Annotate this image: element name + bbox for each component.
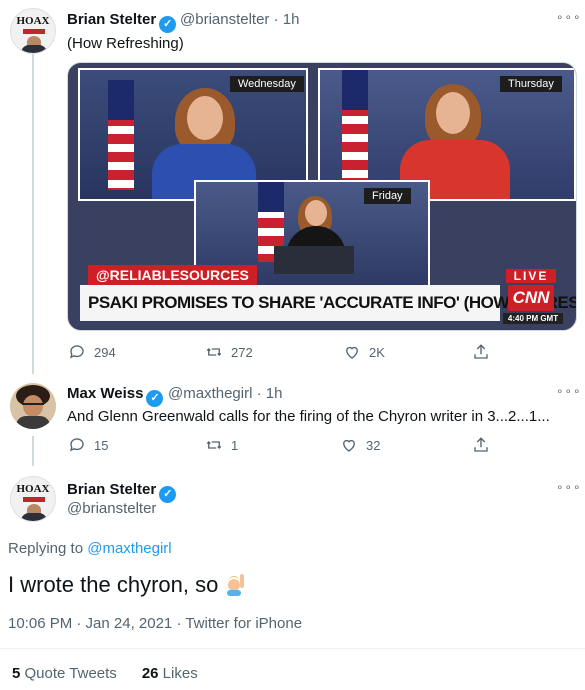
- share-icon: [474, 437, 488, 452]
- broadcast-clock: 4:40 PM GMT: [503, 313, 563, 324]
- avatar-brianstelter[interactable]: HOAX: [10, 8, 56, 54]
- replying-to: Replying to @maxthegirl: [8, 540, 172, 557]
- more-options-icon[interactable]: ∘∘∘: [556, 10, 582, 24]
- day-label: Thursday: [500, 76, 562, 92]
- verified-badge-icon: ✓: [159, 486, 177, 503]
- like-button[interactable]: 2K: [343, 343, 385, 361]
- heart-icon: [346, 346, 358, 359]
- thread-connector: [32, 436, 34, 466]
- author-handle-time[interactable]: @maxthegirl · 1h: [168, 385, 282, 402]
- heart-icon: [343, 439, 355, 452]
- author-name[interactable]: Brian Stelter ✓: [67, 11, 177, 33]
- tweet-timestamp[interactable]: 10:06 PM · Jan 24, 2021 · Twitter for iP…: [8, 615, 302, 632]
- share-button[interactable]: [472, 436, 490, 454]
- retweet-button[interactable]: 272: [205, 343, 253, 361]
- avatar-brianstelter[interactable]: HOAX: [10, 476, 56, 522]
- divider: [0, 648, 585, 649]
- share-icon: [474, 344, 488, 359]
- day-label: Friday: [364, 188, 411, 204]
- verified-badge-icon: ✓: [159, 16, 177, 33]
- reply-button[interactable]: 15: [68, 436, 108, 454]
- chyron-tag: @RELIABLESOURCES: [88, 265, 257, 285]
- day-label: Wednesday: [230, 76, 304, 92]
- replying-to-link[interactable]: @maxthegirl: [87, 540, 171, 557]
- reply-icon: [69, 345, 84, 359]
- chyron-text: PSAKI PROMISES TO SHARE 'ACCURATE INFO' …: [80, 285, 576, 321]
- engagement-stats: 5 Quote Tweets 26 Likes: [12, 665, 198, 682]
- more-options-icon[interactable]: ∘∘∘: [556, 384, 582, 398]
- avatar-maxthegirl[interactable]: [10, 383, 56, 429]
- live-badge: LIVE: [506, 269, 556, 283]
- retweet-icon: [206, 348, 222, 356]
- like-button[interactable]: 32: [340, 436, 380, 454]
- thread-connector: [32, 54, 34, 374]
- cnn-logo: CNN: [508, 285, 554, 311]
- retweet-icon: [206, 441, 222, 449]
- quote-tweets-link[interactable]: 5 Quote Tweets: [12, 665, 117, 682]
- author-handle[interactable]: @brianstelter: [67, 500, 156, 517]
- main-tweet-text: I wrote the chyron, so: [8, 572, 248, 598]
- avatar-hoax-text: HOAX: [16, 15, 50, 27]
- tweet-media-image[interactable]: Wednesday Thursday Friday @RELIABLESOURC…: [67, 62, 577, 331]
- reply-icon: [69, 438, 84, 452]
- verified-badge-icon: ✓: [146, 390, 164, 407]
- tweet-text: And Glenn Greenwald calls for the firing…: [67, 408, 550, 425]
- share-button[interactable]: [472, 343, 490, 361]
- raising-hand-emoji-icon: [227, 574, 245, 596]
- reply-button[interactable]: 294: [68, 343, 116, 361]
- more-options-icon[interactable]: ∘∘∘: [556, 480, 582, 494]
- author-name[interactable]: Max Weiss ✓: [67, 385, 164, 407]
- author-handle-time[interactable]: @brianstelter · 1h: [180, 11, 299, 28]
- likes-link[interactable]: 26 Likes: [142, 665, 198, 682]
- tweet-text: (How Refreshing): [67, 35, 184, 52]
- retweet-button[interactable]: 1: [205, 436, 238, 454]
- avatar-hoax-text: HOAX: [16, 483, 50, 495]
